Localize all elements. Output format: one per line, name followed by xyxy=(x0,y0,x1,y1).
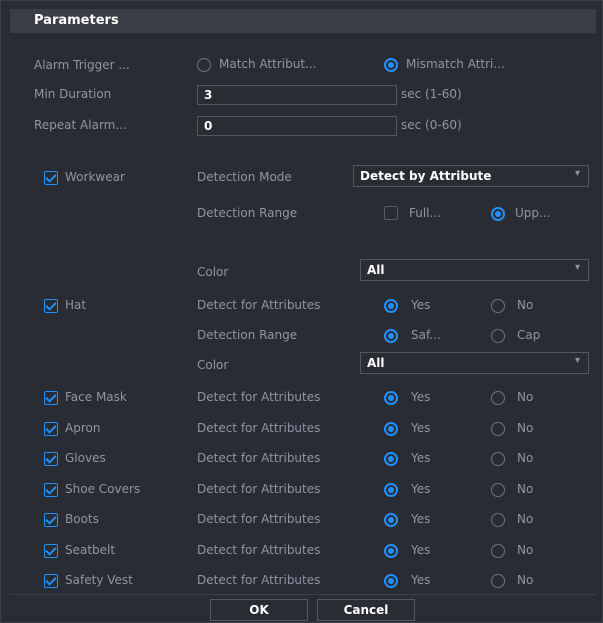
apron-label: Apron xyxy=(65,421,101,435)
seatbelt-yes-label: Yes xyxy=(411,543,431,557)
hat-checkbox[interactable] xyxy=(44,299,58,313)
hat-color-value: All xyxy=(367,356,385,370)
shoe-covers-yes-label: Yes xyxy=(411,482,431,496)
safety-vest-detect-label: Detect for Attributes xyxy=(197,573,321,587)
dialog-title: Parameters xyxy=(34,13,119,28)
ok-button[interactable]: OK xyxy=(210,599,308,621)
shoe-covers-yes-radio[interactable] xyxy=(384,483,398,497)
shoe-covers-no-radio[interactable] xyxy=(491,483,505,497)
seatbelt-no-radio[interactable] xyxy=(491,544,505,558)
face-mask-no-radio[interactable] xyxy=(491,391,505,405)
apron-yes-radio[interactable] xyxy=(384,422,398,436)
gloves-no-label: No xyxy=(517,451,534,465)
hat-no-radio[interactable] xyxy=(491,299,505,313)
workwear-label: Workwear xyxy=(65,170,125,184)
safety-vest-yes-radio[interactable] xyxy=(384,574,398,588)
boots-no-label: No xyxy=(517,512,534,526)
workwear-detection-range-label: Detection Range xyxy=(197,206,298,220)
hat-label: Hat xyxy=(65,298,87,312)
boots-yes-label: Yes xyxy=(411,512,431,526)
hat-range-cap-radio[interactable] xyxy=(491,329,505,343)
workwear-color-select[interactable]: All ▾ xyxy=(360,259,589,281)
mismatch-attribute-label[interactable]: Mismatch Attri... xyxy=(406,57,505,71)
chevron-down-icon: ▾ xyxy=(574,262,580,273)
workwear-checkbox[interactable] xyxy=(44,171,58,185)
boots-checkbox[interactable] xyxy=(44,513,58,527)
shoe-covers-label: Shoe Covers xyxy=(65,482,141,496)
hat-range-safety-label: Saf... xyxy=(411,328,441,342)
repeat-alarm-unit: sec (0-60) xyxy=(401,118,462,132)
radio-match-attribute[interactable] xyxy=(197,58,211,72)
boots-no-radio[interactable] xyxy=(491,513,505,527)
boots-detect-label: Detect for Attributes xyxy=(197,512,321,526)
workwear-range-full-checkbox[interactable] xyxy=(384,206,398,220)
min-duration-unit: sec (1-60) xyxy=(401,87,462,101)
hat-color-select[interactable]: All ▾ xyxy=(360,352,589,374)
apron-checkbox[interactable] xyxy=(44,422,58,436)
dialog-header: Parameters xyxy=(10,9,596,33)
hat-detection-range-label: Detection Range xyxy=(197,328,298,342)
safety-vest-no-radio[interactable] xyxy=(491,574,505,588)
apron-detect-label: Detect for Attributes xyxy=(197,421,321,435)
boots-label: Boots xyxy=(65,512,99,526)
hat-no-label: No xyxy=(517,298,534,312)
seatbelt-checkbox[interactable] xyxy=(44,544,58,558)
gloves-checkbox[interactable] xyxy=(44,452,58,466)
hat-detect-label: Detect for Attributes xyxy=(197,298,321,312)
hat-range-cap-label: Cap xyxy=(517,328,541,342)
shoe-covers-detect-label: Detect for Attributes xyxy=(197,482,321,496)
face-mask-yes-radio[interactable] xyxy=(384,391,398,405)
gloves-yes-radio[interactable] xyxy=(384,452,398,466)
match-attribute-label[interactable]: Match Attribut... xyxy=(219,57,316,71)
min-duration-label: Min Duration xyxy=(34,87,112,101)
hat-range-safety-radio[interactable] xyxy=(384,329,398,343)
gloves-label: Gloves xyxy=(65,451,106,465)
safety-vest-no-label: No xyxy=(517,573,534,587)
chevron-down-icon: ▾ xyxy=(574,355,580,366)
face-mask-label: Face Mask xyxy=(65,390,127,404)
face-mask-yes-label: Yes xyxy=(411,390,431,404)
apron-no-radio[interactable] xyxy=(491,422,505,436)
workwear-range-upper-label: Upp... xyxy=(515,206,551,220)
apron-no-label: No xyxy=(517,421,534,435)
footer-divider xyxy=(10,594,596,595)
face-mask-no-label: No xyxy=(517,390,534,404)
seatbelt-yes-radio[interactable] xyxy=(384,544,398,558)
hat-color-label: Color xyxy=(197,358,229,372)
repeat-alarm-input[interactable]: 0 xyxy=(197,116,397,136)
workwear-color-value: All xyxy=(367,263,385,277)
workwear-range-full-label: Full... xyxy=(409,206,441,220)
seatbelt-label: Seatbelt xyxy=(65,543,116,557)
gloves-yes-label: Yes xyxy=(411,451,431,465)
safety-vest-checkbox[interactable] xyxy=(44,574,58,588)
face-mask-checkbox[interactable] xyxy=(44,391,58,405)
workwear-detection-mode-select[interactable]: Detect by Attribute ▾ xyxy=(353,165,589,187)
shoe-covers-checkbox[interactable] xyxy=(44,483,58,497)
face-mask-detect-label: Detect for Attributes xyxy=(197,390,321,404)
safety-vest-yes-label: Yes xyxy=(411,573,431,587)
shoe-covers-no-label: No xyxy=(517,482,534,496)
alarm-trigger-label: Alarm Trigger ... xyxy=(34,58,130,72)
gloves-detect-label: Detect for Attributes xyxy=(197,451,321,465)
gloves-no-radio[interactable] xyxy=(491,452,505,466)
workwear-color-label: Color xyxy=(197,265,229,279)
hat-yes-radio[interactable] xyxy=(384,299,398,313)
workwear-detection-mode-label: Detection Mode xyxy=(197,170,292,184)
radio-mismatch-attribute[interactable] xyxy=(384,58,398,72)
safety-vest-label: Safety Vest xyxy=(65,573,133,587)
boots-yes-radio[interactable] xyxy=(384,513,398,527)
parameters-dialog: Parameters Alarm Trigger ... Match Attri… xyxy=(0,0,603,623)
workwear-detection-mode-value: Detect by Attribute xyxy=(360,169,492,183)
hat-yes-label: Yes xyxy=(411,298,431,312)
min-duration-input[interactable]: 3 xyxy=(197,85,397,105)
workwear-range-upper-radio[interactable] xyxy=(491,207,505,221)
seatbelt-no-label: No xyxy=(517,543,534,557)
apron-yes-label: Yes xyxy=(411,421,431,435)
chevron-down-icon: ▾ xyxy=(574,168,580,179)
cancel-button[interactable]: Cancel xyxy=(317,599,415,621)
repeat-alarm-label: Repeat Alarm... xyxy=(34,118,127,132)
seatbelt-detect-label: Detect for Attributes xyxy=(197,543,321,557)
